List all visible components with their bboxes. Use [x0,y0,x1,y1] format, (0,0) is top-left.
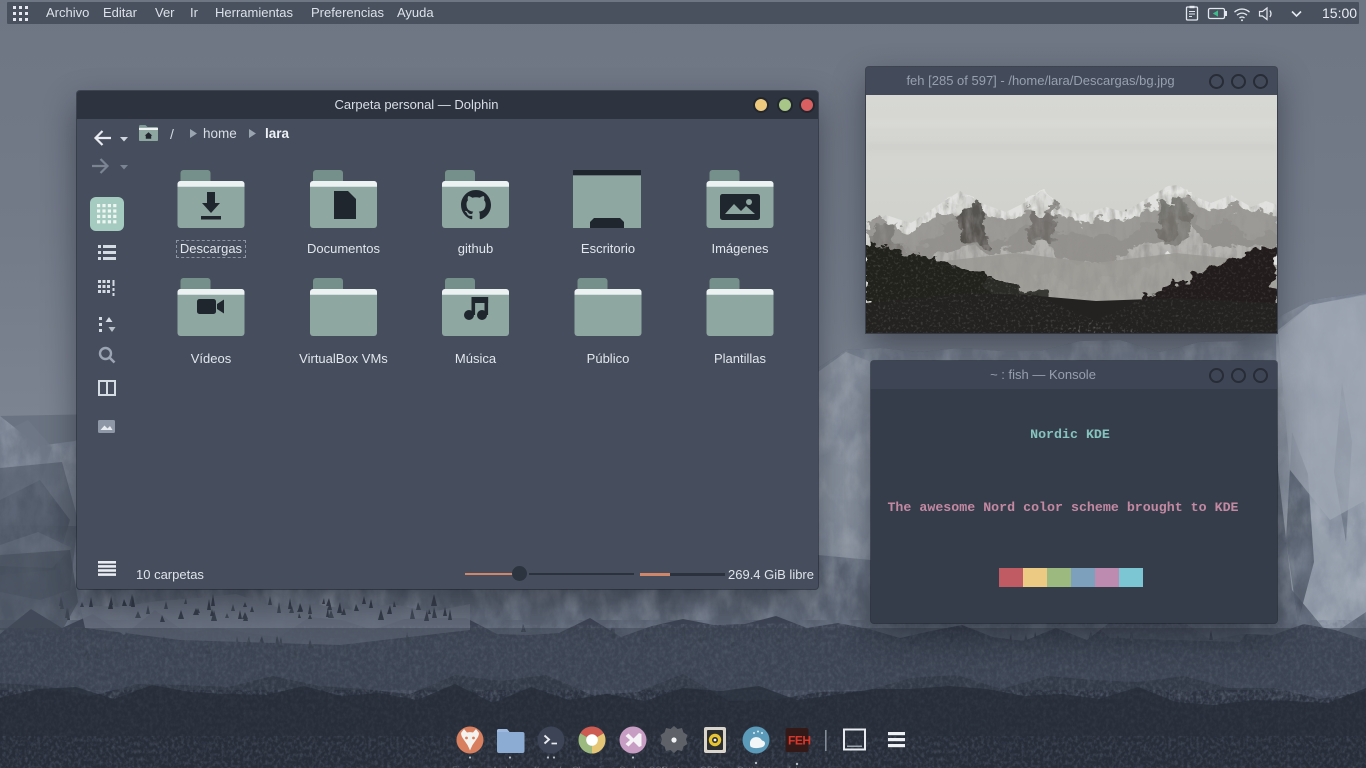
svg-text:FEH: FEH [788,734,811,748]
